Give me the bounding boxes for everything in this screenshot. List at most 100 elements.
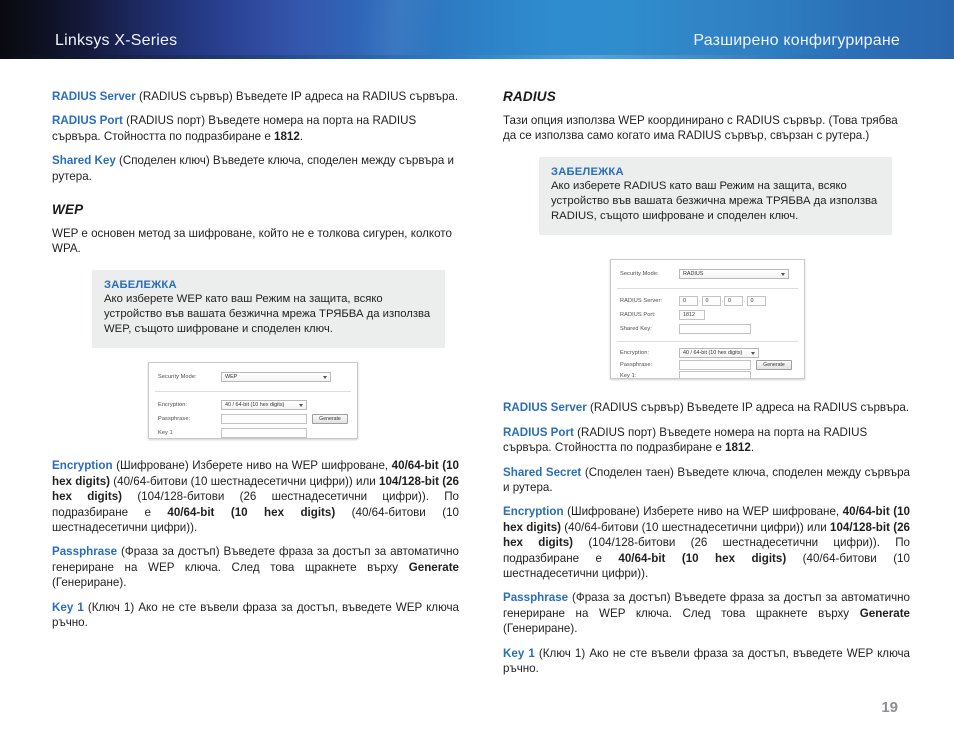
text-passphrase-r2: (Генериране). [503,622,578,636]
shot-select-encryption[interactable]: 40 / 64-bit (10 hex digits) [221,400,307,411]
shot-input-key1[interactable] [221,428,307,439]
shot-value-octet-1: 0 [683,298,686,305]
shot-input-octet-4[interactable]: 0 [746,296,766,307]
value-radius-port-default: 1812 [274,129,300,143]
shot-label-generate: Generate [763,362,785,369]
shot-select-security-mode[interactable]: WEP [221,372,331,383]
note-box-radius: ЗАБЕЛЕЖКА Ако изберете RADIUS като ваш Р… [539,156,892,236]
text-key1-r0: (Ключ 1) Ако не сте въвели фраза за дост… [503,646,910,676]
chevron-down-icon [323,375,327,379]
paragraph-radius-intro: Тази опция използва WEP координирано с R… [503,114,898,143]
note-body: Ако изберете WEP като ваш Режим на защит… [104,292,431,336]
screenshot-wep-settings: Security Mode: WEP Encryption: 40 / 64-b… [148,362,358,440]
term-radius-port: RADIUS Port [52,114,123,128]
shot-input-octet-2[interactable]: 0 [701,296,721,307]
shot-input-passphrase[interactable] [679,360,751,371]
note-body: Ако изберете RADIUS като ваш Режим на за… [551,179,878,223]
chevron-down-icon [299,403,303,407]
shot-input-shared-key[interactable] [679,324,751,335]
shot-row-shared-key: Shared Key: [620,326,652,332]
term-radius-server: RADIUS Server [503,401,587,415]
term-radius-port: RADIUS Port [503,425,574,439]
shot-row-radius-port: RADIUS Port: [620,312,656,318]
term-passphrase: Passphrase [52,545,118,559]
shot-button-generate[interactable]: Generate [756,360,792,371]
text-radius-server: (RADIUS сървър) Въведете IP адреса на RA… [135,90,459,103]
term-shared-secret: Shared Secret [503,465,582,479]
shot-input-passphrase[interactable] [221,414,307,425]
shot-ip-octet-group: 0 . 0 . 0 . 0 [679,296,766,307]
term-encryption: Encryption [503,505,564,519]
note-title: ЗАБЕЛЕЖКА [104,278,177,291]
text-radius-server-0: (RADIUS сървър) Въведете IP адреса на RA… [586,401,910,415]
shot-value-octet-4: 0 [750,298,754,305]
paragraph-passphrase-left: Passphrase (Фраза за достъп) Въведете фр… [52,544,459,590]
text-key1-0: (Ключ 1) Ако не сте въвели фраза за дост… [52,600,459,630]
shot-row-encryption: Encryption: [620,350,649,356]
paragraph-wep-intro: WEP е основен метод за шифроване, който … [52,227,452,256]
shot-label-passphrase: Passphrase: [620,362,653,369]
term-shared-key: Shared Key [52,154,116,168]
shot-label-generate: Generate [319,416,341,423]
shot-label-shared-key: Shared Key: [620,326,652,333]
shot-row-security-mode: Security Mode: [158,374,197,380]
paragraph-shared-key: Shared Key (Споделен ключ) Въведете ключ… [52,153,459,184]
header-sheen-decoration [223,0,557,59]
chevron-down-icon [781,272,785,276]
text-passphrase-r1: Generate [859,606,910,620]
shot-value-encryption: 40 / 64-bit (10 hex digits) [225,402,285,409]
term-passphrase: Passphrase [503,591,569,605]
shot-label-key1: Key 1: [620,373,637,380]
heading-radius: RADIUS [503,89,556,104]
shot-label-radius-server: RADIUS Server: [620,298,663,305]
shot-button-generate[interactable]: Generate [312,414,348,425]
shot-value-encryption: 40 / 64-bit (10 hex digits) [683,350,743,357]
shot-select-encryption[interactable]: 40 / 64-bit (10 hex digits) [679,348,759,359]
shot-row-key1: Key 1: [620,373,637,380]
paragraph-passphrase-right: Passphrase (Фраза за достъп) Въведете фр… [503,590,910,636]
shot-label-key1: Key 1 [158,430,173,437]
term-radius-server: RADIUS Server [52,90,136,103]
text-encryption-r2: (40/64-битови (10 шестнадесетични цифри)… [561,520,831,534]
shot-row-encryption: Encryption: [158,402,187,408]
text-encryption-0: (Шифроване) Изберете ниво на WEP шифрова… [112,459,392,473]
text-encryption-2: (40/64-битови (10 шестнадесетични цифри)… [110,474,380,488]
paragraph-radius-server-right: RADIUS Server (RADIUS сървър) Въведете I… [503,400,910,415]
paragraph-key1-left: Key 1 (Ключ 1) Ако не сте въвели фраза з… [52,600,459,631]
right-column: RADIUS Тази опция използва WEP координир… [503,89,910,686]
shot-row-passphrase: Passphrase: [158,416,190,422]
note-title: ЗАБЕЛЕЖКА [551,165,624,178]
shot-label-encryption: Encryption: [158,402,188,409]
shot-input-octet-1[interactable]: 0 [679,296,698,307]
text-radius-port-2: . [750,441,755,455]
text-encryption-r5: 40/64-bit (10 hex digits) [618,551,787,565]
shot-label-security-mode: Security Mode: [158,374,197,381]
shot-value-radius-port: 1812 [683,312,695,319]
text-radius-port-tail: . [299,129,304,143]
text-encryption-5: 40/64-bit (10 hex digits) [167,505,336,519]
page-header: Linksys X-Series Разширено конфигуриране [0,0,954,59]
shot-divider-1 [617,288,798,290]
text-passphrase-1: Generate [408,560,459,574]
shot-input-key1[interactable] [679,371,751,379]
paragraph-key1-right: Key 1 (Ключ 1) Ако не сте въвели фраза з… [503,646,910,677]
shot-value-security-mode: RADIUS [683,271,704,278]
shot-input-octet-3[interactable]: 0 [724,296,743,307]
paragraph-encryption-right: Encryption (Шифроване) Изберете ниво на … [503,504,910,581]
shot-value-octet-2: 0 [705,298,709,305]
shot-divider-1 [155,391,351,393]
text-passphrase-2: (Генериране). [52,576,127,590]
paragraph-radius-port: RADIUS Port (RADIUS порт) Въведете номер… [52,113,459,144]
product-title: Linksys X-Series [55,32,178,49]
shot-label-encryption: Encryption: [620,350,650,357]
shot-label-passphrase: Passphrase: [158,416,191,423]
chevron-down-icon [751,351,755,355]
text-encryption-r0: (Шифроване) Изберете ниво на WEP шифрова… [563,505,843,519]
paragraph-encryption-left: Encryption (Шифроване) Изберете ниво на … [52,458,459,535]
term-key1: Key 1 [503,646,535,660]
heading-wep: WEP [52,202,84,218]
shot-value-security-mode: WEP [225,374,238,381]
shot-select-security-mode[interactable]: RADIUS [679,269,789,280]
shot-input-radius-port[interactable]: 1812 [679,310,705,321]
left-column: RADIUS Server (RADIUS сървър) Въведете I… [52,89,459,640]
